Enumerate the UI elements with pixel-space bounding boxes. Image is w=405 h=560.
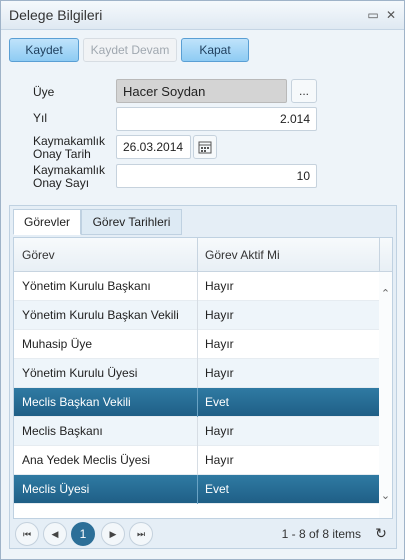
- column-header-aktif[interactable]: Görev Aktif Mi: [205, 238, 280, 271]
- onay-tarih-field[interactable]: 26.03.2014: [116, 135, 191, 159]
- onay-sayi-label-1: Kaymakamlık: [33, 163, 106, 177]
- cell-aktif: Hayır: [205, 279, 234, 293]
- cell-gorev: Meclis Başkanı: [22, 424, 103, 438]
- cell-gorev: Meclis Başkan Vekili: [22, 395, 131, 409]
- cell-aktif: Evet: [205, 482, 230, 496]
- cell-gorev: Yönetim Kurulu Başkan Vekili: [22, 308, 179, 322]
- close-icon[interactable]: ✕: [385, 9, 397, 21]
- cell-divider: [197, 301, 198, 330]
- cell-divider: [197, 359, 198, 388]
- cell-divider: [197, 417, 198, 446]
- cell-aktif: Hayır: [205, 366, 234, 380]
- column-divider[interactable]: [197, 238, 198, 271]
- yil-label: Yıl: [33, 111, 48, 125]
- cell-aktif: Evet: [205, 395, 230, 409]
- cell-divider: [197, 272, 198, 301]
- cell-divider: [197, 475, 198, 504]
- table-row[interactable]: Meclis Üyesi Evet: [14, 475, 379, 504]
- cell-gorev: Ana Yedek Meclis Üyesi: [22, 453, 151, 467]
- onay-tarih-label-1: Kaymakamlık: [33, 134, 106, 148]
- cell-divider: [197, 446, 198, 475]
- cell-gorev: Muhasip Üye: [22, 337, 93, 351]
- refresh-icon[interactable]: ↻: [373, 525, 389, 541]
- scroll-down-icon[interactable]: ⌄: [379, 490, 392, 502]
- toolbar: Kaydet Kaydet Devam Kapat: [1, 30, 404, 68]
- save-continue-button[interactable]: Kaydet Devam: [83, 38, 177, 62]
- uye-value: Hacer Soydan: [123, 83, 206, 99]
- cell-gorev: Yönetim Kurulu Başkanı: [22, 279, 151, 293]
- table-row[interactable]: Muhasip Üye Hayır: [14, 330, 379, 359]
- table-row[interactable]: Yönetim Kurulu Başkanı Hayır: [14, 272, 379, 301]
- maximize-icon[interactable]: ▭: [367, 9, 379, 21]
- vertical-scrollbar[interactable]: ⌃ ⌄: [379, 272, 392, 518]
- onay-tarih-label-2: Onay Tarih: [33, 147, 91, 161]
- pager-info: 1 - 8 of 8 items: [281, 527, 361, 541]
- cell-divider: [197, 330, 198, 359]
- first-page-icon[interactable]: ⏮: [15, 522, 39, 546]
- save-button[interactable]: Kaydet: [9, 38, 79, 62]
- table-row[interactable]: Yönetim Kurulu Başkan Vekili Hayır: [14, 301, 379, 330]
- onay-sayi-value: 10: [296, 169, 310, 183]
- delege-window: Delege Bilgileri ▭ ✕ Kaydet Kaydet Devam…: [0, 0, 405, 560]
- onay-sayi-label-2: Onay Sayı: [33, 176, 90, 190]
- cell-gorev: Yönetim Kurulu Üyesi: [22, 366, 138, 380]
- next-page-icon[interactable]: ▶: [101, 522, 125, 546]
- table-row[interactable]: Yönetim Kurulu Üyesi Hayır: [14, 359, 379, 388]
- calendar-button[interactable]: [193, 135, 217, 159]
- grid-header: Görev Görev Aktif Mi: [14, 238, 392, 272]
- page-number-current[interactable]: 1: [71, 522, 95, 546]
- tab-gorev-tarihleri[interactable]: Görev Tarihleri: [81, 209, 182, 235]
- table-row[interactable]: Meclis Başkan Vekili Evet: [14, 388, 379, 417]
- tabs-panel: Görevler Görev Tarihleri Görev Görev Akt…: [9, 205, 397, 549]
- pager: ⏮ ◀ 1 ▶ ⏭ 1 - 8 of 8 items ↻: [13, 520, 393, 546]
- cell-divider: [197, 388, 198, 417]
- uye-field[interactable]: Hacer Soydan: [116, 79, 287, 103]
- scroll-up-icon[interactable]: ⌃: [379, 288, 392, 300]
- cell-aktif: Hayır: [205, 424, 234, 438]
- column-header-gorev[interactable]: Görev: [22, 238, 55, 271]
- uye-lookup-button[interactable]: ...: [291, 79, 317, 103]
- cell-aktif: Hayır: [205, 337, 234, 351]
- table-row[interactable]: Meclis Başkanı Hayır: [14, 417, 379, 446]
- cell-gorev: Meclis Üyesi: [22, 482, 90, 496]
- close-button[interactable]: Kapat: [181, 38, 249, 62]
- yil-field[interactable]: 2.014: [116, 107, 317, 131]
- onay-sayi-field[interactable]: 10: [116, 164, 317, 188]
- cell-aktif: Hayır: [205, 453, 234, 467]
- window-title: Delege Bilgileri: [9, 7, 103, 23]
- onay-tarih-value: 26.03.2014: [123, 140, 184, 154]
- column-divider: [379, 238, 380, 271]
- uye-label: Üye: [33, 85, 55, 99]
- prev-page-icon[interactable]: ◀: [43, 522, 67, 546]
- gorev-grid: Görev Görev Aktif Mi Yönetim Kurulu Başk…: [13, 237, 393, 519]
- cell-aktif: Hayır: [205, 308, 234, 322]
- calendar-icon: [198, 141, 212, 154]
- yil-value: 2.014: [279, 112, 310, 126]
- tab-gorevler[interactable]: Görevler: [13, 209, 81, 235]
- table-row[interactable]: Ana Yedek Meclis Üyesi Hayır: [14, 446, 379, 475]
- last-page-icon[interactable]: ⏭: [129, 522, 153, 546]
- title-bar: Delege Bilgileri ▭ ✕: [1, 1, 404, 30]
